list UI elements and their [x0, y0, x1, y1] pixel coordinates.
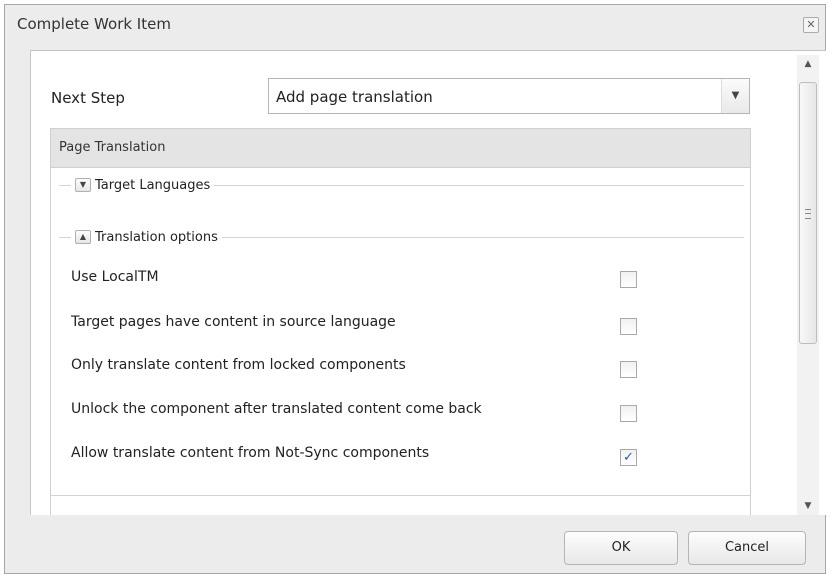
translation-options-legend[interactable]: ▲ Translation options — [71, 227, 222, 247]
target-languages-legend[interactable]: ▼ Target Languages — [71, 175, 215, 195]
next-step-value: Add page translation — [276, 88, 433, 106]
cancel-button[interactable]: Cancel — [688, 531, 806, 565]
dialog-title: Complete Work Item — [17, 15, 171, 33]
scroll-up-icon[interactable]: ▲ — [797, 55, 819, 73]
option-locked-components-label: Only translate content from locked compo… — [71, 357, 406, 373]
complete-work-item-dialog: Complete Work Item ✕ Next Step Add page … — [4, 4, 826, 574]
next-step-label: Next Step — [51, 89, 125, 107]
grip-icon — [805, 209, 811, 219]
close-icon[interactable]: ✕ — [803, 17, 819, 33]
translation-options-label: Translation options — [95, 229, 218, 245]
locked-components-checkbox[interactable] — [620, 361, 637, 378]
panel-title: Page Translation — [59, 140, 166, 155]
next-step-select[interactable]: Add page translation ▼ — [268, 78, 750, 114]
dialog-body: Next Step Add page translation ▼ Page Tr… — [30, 50, 826, 515]
panel-header: Page Translation — [51, 129, 750, 168]
option-target-pages-label: Target pages have content in source lang… — [71, 314, 396, 330]
dialog-titlebar[interactable]: Complete Work Item ✕ — [5, 5, 825, 45]
chevron-down-icon[interactable]: ▼ — [721, 79, 749, 113]
option-use-localtm-label: Use LocalTM — [71, 269, 159, 285]
scrollbar-thumb[interactable] — [799, 82, 817, 344]
expand-icon[interactable]: ▼ — [75, 178, 91, 192]
target-languages-label: Target Languages — [95, 177, 211, 193]
ok-button[interactable]: OK — [564, 531, 678, 565]
use-localtm-checkbox[interactable] — [620, 271, 637, 288]
panel-divider — [51, 495, 750, 496]
vertical-scrollbar[interactable]: ▲ ▼ — [797, 55, 819, 515]
page-translation-panel: Page Translation ▼ Target Languages ▲ Tr… — [50, 128, 751, 515]
not-sync-checkbox[interactable]: ✓ — [620, 449, 637, 466]
unlock-component-checkbox[interactable] — [620, 405, 637, 422]
target-pages-checkbox[interactable] — [620, 318, 637, 335]
collapse-icon[interactable]: ▲ — [75, 230, 91, 244]
option-unlock-component-label: Unlock the component after translated co… — [71, 401, 482, 417]
option-not-sync-label: Allow translate content from Not-Sync co… — [71, 445, 430, 461]
scroll-down-icon[interactable]: ▼ — [797, 497, 819, 515]
